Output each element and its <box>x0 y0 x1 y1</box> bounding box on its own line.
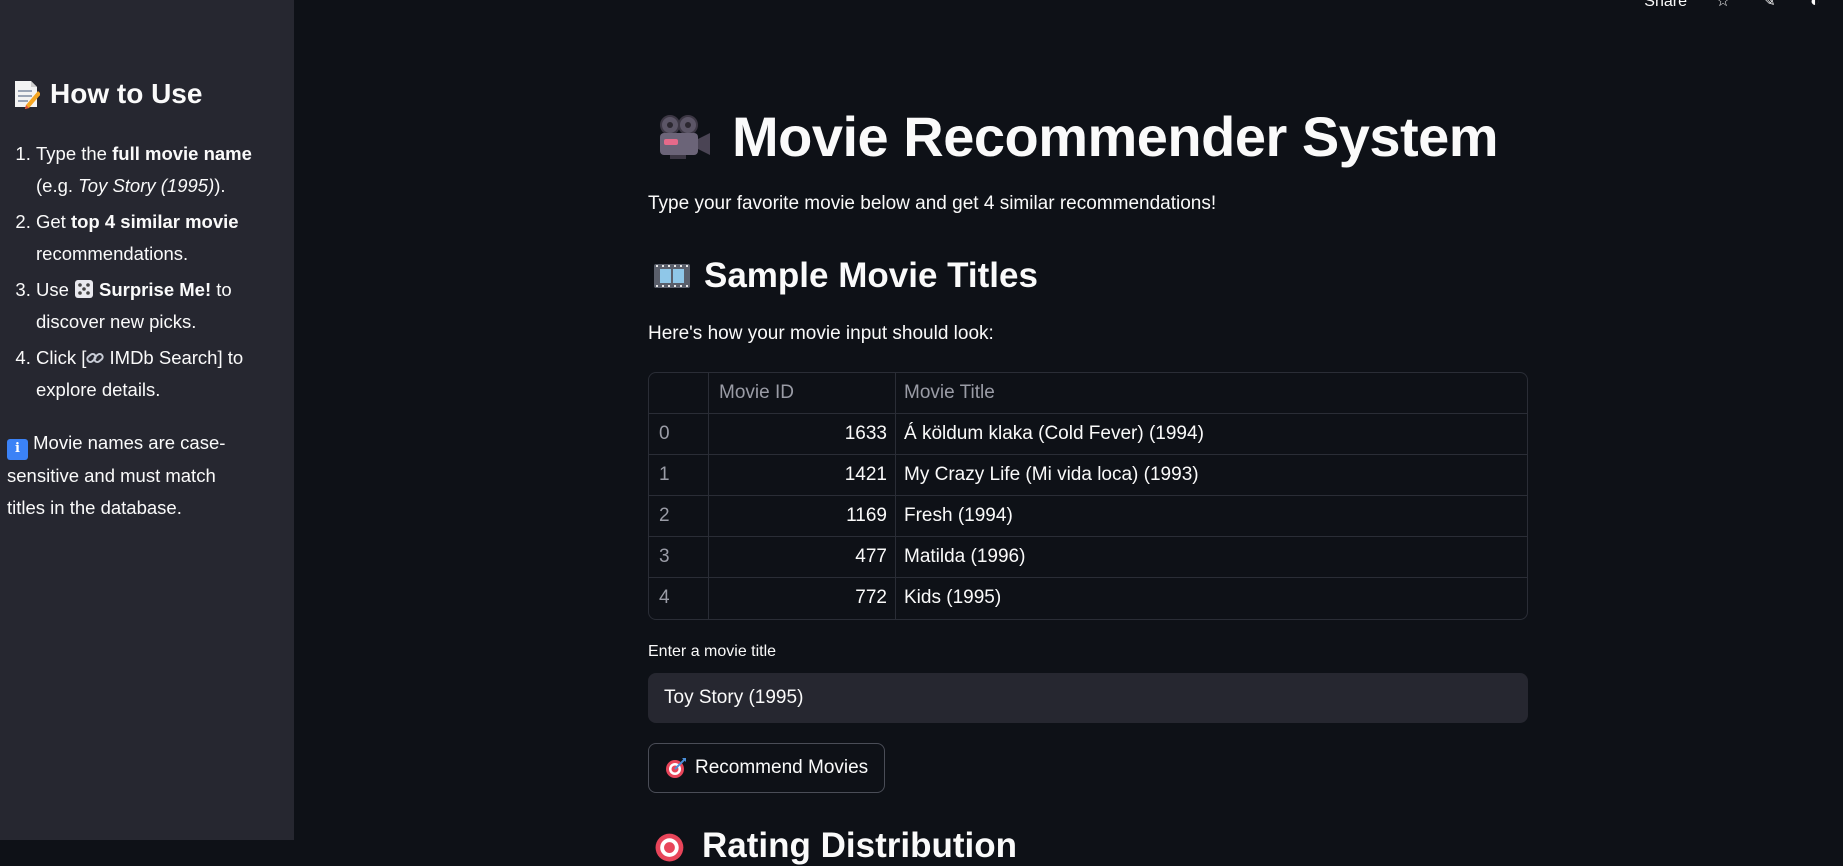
movie-id-column-header[interactable]: Movie ID <box>709 373 896 413</box>
table-row: 1 1421 My Crazy Life (Mi vida loca) (199… <box>649 455 1527 496</box>
instruction-text: (e.g. <box>36 175 79 196</box>
instruction-item: Get top 4 similar movie recommendations. <box>36 206 260 270</box>
table-row: 2 1169 Fresh (1994) <box>649 496 1527 537</box>
row-index: 1 <box>649 455 709 495</box>
movie-title-cell[interactable]: Fresh (1994) <box>896 496 1527 536</box>
instruction-text: ). <box>214 175 226 196</box>
table-row: 3 477 Matilda (1996) <box>649 537 1527 578</box>
info-icon: i <box>7 439 28 460</box>
instruction-italic: Toy Story (1995) <box>78 175 215 196</box>
movie-title-cell[interactable]: Kids (1995) <box>896 578 1527 619</box>
direct-hit-icon <box>655 833 684 862</box>
die-icon <box>75 280 94 298</box>
sidebar-note-text: Movie names are case-sensitive and must … <box>7 432 226 518</box>
movie-id-cell[interactable]: 1421 <box>709 455 896 495</box>
sidebar-note: i Movie names are case-sensitive and mus… <box>7 427 237 524</box>
table-header: Movie ID Movie Title <box>649 373 1527 414</box>
instruction-text: Get <box>36 211 71 232</box>
direct-hit-icon <box>666 758 686 778</box>
top-toolbar: Share ☆ ✎ ◐ <box>1644 0 1843 12</box>
instruction-bold: top 4 similar movie <box>70 211 239 232</box>
star-icon[interactable]: ☆ <box>1713 0 1733 10</box>
instruction-bold: Surprise Me! <box>99 279 212 300</box>
movie-title-cell[interactable]: Á köldum klaka (Cold Fever) (1994) <box>896 414 1527 454</box>
sidebar-title-text: How to Use <box>50 78 203 109</box>
section-heading: Sample Movie Titles <box>654 256 1038 296</box>
instruction-bold: full movie name <box>112 143 252 164</box>
pencil-icon[interactable]: ✎ <box>1759 0 1779 10</box>
movie-title-cell[interactable]: Matilda (1996) <box>896 537 1527 577</box>
movie-title-input[interactable] <box>648 673 1528 723</box>
row-index: 2 <box>649 496 709 536</box>
table-row: 4 772 Kids (1995) <box>649 578 1527 619</box>
row-index: 4 <box>649 578 709 619</box>
page-subtitle: Type your favorite movie below and get 4… <box>648 193 1217 214</box>
rating-distribution-heading: Rating Distribution <box>654 826 1017 866</box>
sidebar: How to Use Type the full movie name (e.g… <box>0 0 294 840</box>
link-icon <box>86 353 105 363</box>
movie-input-label: Enter a movie title <box>648 643 777 660</box>
page-title: Movie Recommender System <box>656 104 1499 169</box>
instruction-item: Click [ IMDb Search] to explore details. <box>36 342 260 406</box>
page-title-text: Movie Recommender System <box>732 105 1499 168</box>
movie-id-cell[interactable]: 1169 <box>709 496 896 536</box>
film-frames-icon <box>654 264 690 288</box>
instruction-text: Type the <box>36 143 113 164</box>
section-description: Here's how your movie input should look: <box>648 323 994 344</box>
rating-distribution-heading-text: Rating Distribution <box>702 826 1017 865</box>
row-index: 0 <box>649 414 709 454</box>
movie-id-cell[interactable]: 1633 <box>709 414 896 454</box>
instruction-text: Use <box>36 279 75 300</box>
index-column-header[interactable] <box>649 373 709 413</box>
movie-title-column-header[interactable]: Movie Title <box>896 373 1527 413</box>
recommend-movies-button[interactable]: Recommend Movies <box>648 743 886 793</box>
movie-title-cell[interactable]: My Crazy Life (Mi vida loca) (1993) <box>896 455 1527 495</box>
movie-id-cell[interactable]: 477 <box>709 537 896 577</box>
memo-icon <box>15 81 40 109</box>
recommend-movies-label: Recommend Movies <box>695 757 869 778</box>
instruction-item: Use Surprise Me! to discover new picks. <box>36 274 260 338</box>
instruction-item: Type the full movie name (e.g. Toy Story… <box>36 138 260 202</box>
movie-id-cell[interactable]: 772 <box>709 578 896 619</box>
table-row: 0 1633 Á köldum klaka (Cold Fever) (1994… <box>649 414 1527 455</box>
section-heading-text: Sample Movie Titles <box>704 256 1038 295</box>
instructions-list: Type the full movie name (e.g. Toy Story… <box>0 138 260 410</box>
share-button[interactable]: Share <box>1644 0 1687 11</box>
github-icon[interactable]: ◐ <box>1805 0 1825 10</box>
movie-camera-icon <box>660 114 710 159</box>
row-index: 3 <box>649 537 709 577</box>
instruction-text: recommendations. <box>36 243 189 264</box>
instruction-text: Click [ <box>36 347 87 368</box>
sample-movies-table[interactable]: Movie ID Movie Title 0 1633 Á köldum kla… <box>648 372 1528 620</box>
sidebar-title: How to Use <box>12 78 202 110</box>
